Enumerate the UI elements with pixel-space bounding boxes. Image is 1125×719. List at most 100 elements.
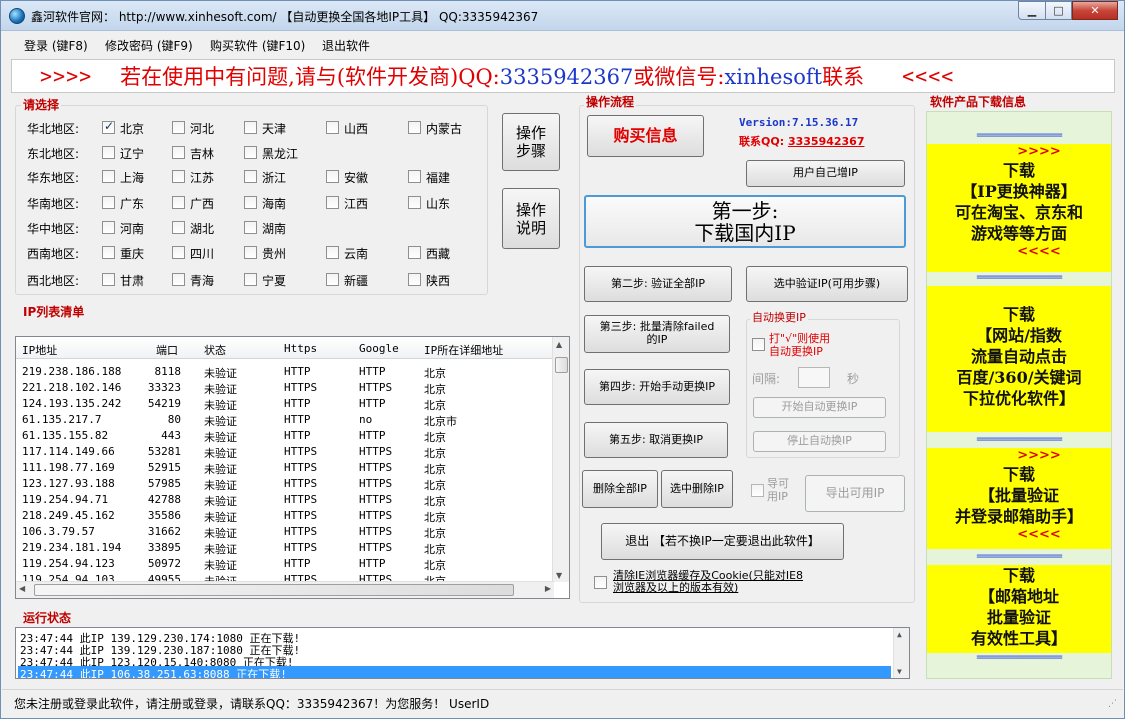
city-label[interactable]: 海南 — [262, 195, 286, 212]
city-checkbox[interactable] — [244, 121, 257, 134]
city-label[interactable]: 天津 — [262, 120, 286, 137]
city-label[interactable]: 广东 — [120, 195, 144, 212]
export-available-checkbox[interactable] — [751, 484, 764, 497]
city-label[interactable]: 江西 — [344, 195, 368, 212]
city-checkbox[interactable] — [408, 273, 421, 286]
ad-ip-changer[interactable]: >>>> 下载 【IP更换神器】 可在淘宝、京东和 游戏等等方面 <<<< — [927, 144, 1111, 272]
city-label[interactable]: 四川 — [190, 245, 214, 262]
city-label[interactable]: 安徽 — [344, 169, 368, 186]
city-label[interactable]: 云南 — [344, 245, 368, 262]
table-row[interactable]: 218.249.45.162 35586 未验证 HTTPS HTTPS 北京 — [16, 507, 554, 524]
table-row[interactable]: 219.238.186.188 8118 未验证 HTTP HTTP 北京 — [16, 363, 554, 380]
city-label[interactable]: 山东 — [426, 195, 450, 212]
col-status[interactable]: 状态 — [204, 342, 226, 358]
city-label[interactable]: 上海 — [120, 169, 144, 186]
city-label[interactable]: 黑龙江 — [262, 145, 298, 162]
col-google[interactable]: Google — [359, 342, 399, 355]
city-checkbox[interactable] — [102, 146, 115, 159]
city-label[interactable]: 北京 — [120, 120, 144, 137]
maximize-button[interactable]: □ — [1045, 1, 1072, 20]
ad-email-verifier[interactable]: 下载 【邮箱地址 批量验证 有效性工具】 — [927, 565, 1111, 653]
resize-grip-icon[interactable]: ⋰ — [1108, 699, 1117, 709]
step4-manual-change-button[interactable]: 第四步: 开始手动更换IP — [584, 369, 730, 405]
city-checkbox[interactable] — [244, 196, 257, 209]
user-add-ip-button[interactable]: 用户自己增IP — [746, 160, 905, 187]
city-label[interactable]: 青海 — [190, 272, 214, 289]
operation-help-button[interactable]: 操作 说明 — [502, 188, 560, 249]
table-row[interactable]: 61.135.217.7 80 未验证 HTTP no 北京市 — [16, 411, 554, 428]
city-label[interactable]: 吉林 — [190, 145, 214, 162]
delete-selected-ip-button[interactable]: 选中删除IP — [661, 470, 733, 508]
ip-list-vscrollbar[interactable]: ▲ ▼ — [552, 337, 569, 582]
city-label[interactable]: 浙江 — [262, 169, 286, 186]
title-bar[interactable]: 鑫河软件官网： http://www.xinhesoft.com/ 【自动更换全… — [1, 1, 1124, 31]
city-label[interactable]: 江苏 — [190, 169, 214, 186]
ad-email-login-helper[interactable]: >>>> 下载 【批量验证 并登录邮箱助手】 <<<< — [927, 448, 1111, 549]
verify-selected-button[interactable]: 选中验证IP(可用步骤) — [746, 266, 908, 302]
ip-list-vthumb[interactable] — [555, 357, 568, 373]
scroll-left-icon[interactable]: ◀ — [19, 584, 25, 593]
menu-buy-software[interactable]: 购买软件 (键F10) — [210, 37, 305, 54]
log-scroll-up-icon[interactable]: ▲ — [897, 630, 902, 639]
start-auto-change-button[interactable]: 开始自动更换IP — [753, 397, 886, 418]
city-label[interactable]: 河南 — [120, 220, 144, 237]
table-row[interactable]: 111.198.77.169 52915 未验证 HTTPS HTTPS 北京 — [16, 459, 554, 476]
buy-info-button[interactable]: 购买信息 — [587, 115, 704, 157]
table-row[interactable]: 117.114.149.66 53281 未验证 HTTPS HTTPS 北京 — [16, 443, 554, 460]
col-https[interactable]: Https — [284, 342, 317, 355]
contact-qq-number[interactable]: 3335942367 — [788, 135, 865, 148]
table-row[interactable]: 119.254.94.71 42788 未验证 HTTPS HTTPS 北京 — [16, 491, 554, 508]
menu-exit[interactable]: 退出软件 — [322, 37, 370, 54]
col-ip[interactable]: IP地址 — [22, 342, 57, 358]
city-label[interactable]: 湖北 — [190, 220, 214, 237]
city-checkbox[interactable] — [102, 246, 115, 259]
city-checkbox[interactable] — [244, 146, 257, 159]
city-checkbox[interactable] — [102, 170, 115, 183]
city-label[interactable]: 新疆 — [344, 272, 368, 289]
city-checkbox[interactable] — [102, 273, 115, 286]
interval-input[interactable] — [798, 367, 830, 388]
city-label[interactable]: 重庆 — [120, 245, 144, 262]
scroll-right-icon[interactable]: ▶ — [545, 584, 551, 593]
menu-change-password[interactable]: 修改密码 (键F9) — [105, 37, 193, 54]
city-checkbox[interactable] — [326, 121, 339, 134]
city-label[interactable]: 甘肃 — [120, 272, 144, 289]
ip-list-hscrollbar[interactable]: ◀ ▶ — [16, 581, 554, 598]
city-checkbox[interactable] — [102, 119, 115, 134]
city-checkbox[interactable] — [172, 246, 185, 259]
city-checkbox[interactable] — [172, 196, 185, 209]
ip-list-hthumb[interactable] — [34, 584, 514, 596]
city-checkbox[interactable] — [102, 196, 115, 209]
city-checkbox[interactable] — [244, 273, 257, 286]
city-checkbox[interactable] — [326, 196, 339, 209]
export-available-ip-button[interactable]: 导出可用IP — [805, 475, 905, 512]
city-checkbox[interactable] — [102, 221, 115, 234]
city-checkbox[interactable] — [408, 121, 421, 134]
col-port[interactable]: 端口 — [156, 342, 178, 358]
exit-button[interactable]: 退出 【若不换IP一定要退出此软件】 — [601, 523, 844, 560]
city-label[interactable]: 福建 — [426, 169, 450, 186]
operation-steps-button[interactable]: 操作 步骤 — [502, 113, 560, 171]
scroll-down-icon[interactable]: ▼ — [556, 571, 562, 580]
table-row[interactable]: 124.193.135.242 54219 未验证 HTTP HTTP 北京 — [16, 395, 554, 412]
auto-change-checkbox[interactable] — [752, 338, 765, 351]
city-checkbox[interactable] — [326, 170, 339, 183]
city-checkbox[interactable] — [244, 246, 257, 259]
city-checkbox[interactable] — [326, 246, 339, 259]
clear-ie-cache-checkbox[interactable] — [594, 576, 607, 589]
city-label[interactable]: 辽宁 — [120, 145, 144, 162]
run-status-log[interactable]: 23:47:44 此IP 139.129.230.174:1080 正在下载! … — [15, 627, 910, 679]
table-row[interactable]: 221.218.102.146 33323 未验证 HTTPS HTTPS 北京 — [16, 379, 554, 396]
table-row[interactable]: 106.3.79.57 31662 未验证 HTTPS HTTPS 北京 — [16, 523, 554, 540]
stop-auto-change-button[interactable]: 停止自动换IP — [753, 431, 886, 452]
city-label[interactable]: 西藏 — [426, 245, 450, 262]
city-checkbox[interactable] — [408, 246, 421, 259]
scroll-up-icon[interactable]: ▲ — [556, 340, 562, 349]
city-checkbox[interactable] — [172, 221, 185, 234]
table-row[interactable]: 219.234.181.194 33895 未验证 HTTPS HTTPS 北京 — [16, 539, 554, 556]
city-checkbox[interactable] — [172, 170, 185, 183]
city-label[interactable]: 宁夏 — [262, 272, 286, 289]
city-checkbox[interactable] — [172, 121, 185, 134]
city-checkbox[interactable] — [408, 170, 421, 183]
menu-login[interactable]: 登录 (键F8) — [24, 37, 88, 54]
